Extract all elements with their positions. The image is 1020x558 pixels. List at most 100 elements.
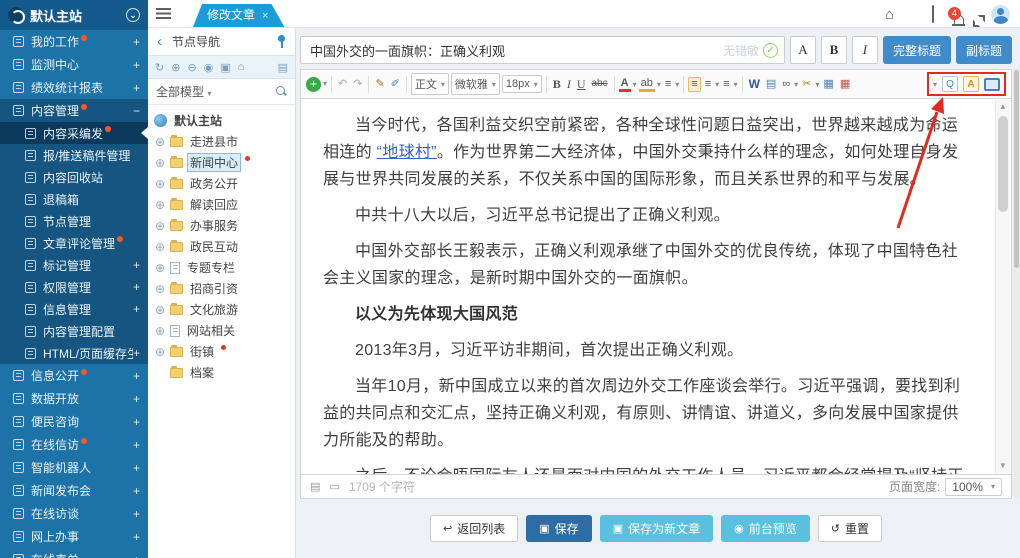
sidebar-menu-item[interactable]: 内容管理 − <box>0 99 148 122</box>
ordered-list-dropdown[interactable]: ≡ <box>703 78 713 91</box>
sidebar-menu-item[interactable]: 权限管理 + <box>0 276 148 298</box>
eraser-icon[interactable]: ✐ <box>389 78 402 91</box>
expand-toggle-icon[interactable]: − <box>133 104 140 118</box>
refresh-icon[interactable]: ↻ <box>155 61 164 74</box>
font-family-dropdown[interactable]: 微软雅▾ <box>451 73 500 95</box>
pin-icon[interactable] <box>277 35 286 49</box>
reset-button[interactable]: ↺重置 <box>818 515 882 542</box>
expand-toggle-icon[interactable]: + <box>133 392 140 406</box>
scroll-up-icon[interactable]: ▲ <box>996 100 1010 114</box>
tree-expand-icon[interactable]: ⊕ <box>154 199 166 211</box>
news-doc-icon[interactable] <box>932 5 934 23</box>
tree-item[interactable]: ⊕ 办事服务 <box>154 215 291 236</box>
content-scrollbar[interactable]: ▲ ▼ <box>995 100 1010 473</box>
expand-toggle-icon[interactable]: + <box>133 302 140 316</box>
sidebar-menu-item[interactable]: 网上办事 + <box>0 525 148 548</box>
full-title-button[interactable]: 完整标题 <box>883 36 951 64</box>
site-globe-icon[interactable]: ◉ <box>204 61 214 74</box>
tree-item[interactable]: ⊕ 文化旅游 <box>154 299 291 320</box>
sidebar-menu-item[interactable]: 内容回收站 <box>0 166 148 188</box>
page-scrollbar[interactable] <box>1013 68 1020 498</box>
sidebar-menu-item[interactable]: 绩效统计报表 + <box>0 76 148 99</box>
back-chevron-icon[interactable]: ‹ <box>157 34 162 49</box>
scroll-down-icon[interactable]: ▼ <box>996 459 1010 473</box>
editor-content[interactable]: 当今时代，各国利益交织空前紧密，各种全球性问题日益突出，世界越来越成为命运相连的… <box>300 99 1012 475</box>
model-filter-dropdown[interactable]: 全部模型 ▾ <box>156 83 211 100</box>
tree-item[interactable]: ⊕ 默认主站 <box>154 110 291 131</box>
tree-expand-icon[interactable]: ⊕ <box>154 220 166 232</box>
format-clean-icon[interactable]: ✂ <box>800 78 813 91</box>
sidebar-menu-item[interactable]: 监测中心 + <box>0 53 148 76</box>
expand-toggle-icon[interactable]: + <box>133 484 140 498</box>
page-width-select[interactable]: 100%▾ <box>945 478 1002 496</box>
earth-village-link[interactable]: “地球村” <box>377 144 437 161</box>
word-import-icon[interactable]: W <box>747 77 762 91</box>
sidebar-menu-item[interactable]: 在线访谈 + <box>0 502 148 525</box>
highlight-color-button[interactable]: ab <box>639 77 655 92</box>
tree-expand-icon[interactable]: ⊕ <box>154 262 166 274</box>
tree-item[interactable]: ⊕ 走进县市 <box>154 131 291 152</box>
undo-icon[interactable]: ↶ <box>336 78 349 91</box>
copy-node-icon[interactable]: ▣ <box>220 61 230 74</box>
sidebar-menu-item[interactable]: 节点管理 <box>0 210 148 232</box>
expand-toggle-icon[interactable]: + <box>133 258 140 272</box>
sidebar-menu-item[interactable]: 退稿箱 <box>0 188 148 210</box>
title-italic-button[interactable]: I <box>852 36 878 64</box>
save-as-new-button[interactable]: ▣保存为新文章 <box>600 515 713 542</box>
tree-item[interactable]: ⊕ 政务公开 <box>154 173 291 194</box>
font-size-dropdown[interactable]: 18px▾ <box>502 75 542 93</box>
doc-edit-icon[interactable]: ▤ <box>764 78 778 91</box>
expand-toggle-icon[interactable]: + <box>133 58 140 72</box>
tree-item[interactable]: ⊕ 街镇 <box>154 341 291 362</box>
insert-icon[interactable]: + <box>306 77 321 92</box>
sidebar-menu-item[interactable]: 内容采编发 <box>0 122 148 144</box>
sidebar-menu-item[interactable]: 报/推送稿件管理 <box>0 144 148 166</box>
sidebar-header[interactable]: 默认主站 ⌄ <box>0 0 148 30</box>
hamburger-icon[interactable] <box>156 8 171 19</box>
tree-item[interactable]: ⊕ 网站相关 <box>154 320 291 341</box>
sidebar-menu-item[interactable]: 标记管理 + <box>0 254 148 276</box>
sidebar-menu-item[interactable]: 信息管理 + <box>0 298 148 320</box>
format-painter-icon[interactable]: ✎ <box>373 78 386 91</box>
tree-item[interactable]: ⊕ 解读回应 <box>154 194 291 215</box>
article-title-input[interactable] <box>300 36 785 64</box>
bold-button[interactable]: B <box>551 77 563 91</box>
title-color-button[interactable]: A <box>790 36 816 64</box>
collapse-all-icon[interactable]: ⊖ <box>187 61 196 74</box>
unordered-list-dropdown[interactable]: ≡ <box>721 78 731 91</box>
tab-edit-article[interactable]: 修改文章× <box>193 4 284 27</box>
more-caret-icon[interactable]: ▾ <box>933 79 937 90</box>
tree-expand-icon[interactable]: ⊕ <box>154 157 166 169</box>
expand-toggle-icon[interactable]: + <box>133 530 140 544</box>
panel-layout-icon[interactable]: ▤ <box>278 61 288 74</box>
tree-item[interactable]: ⊕ 档案 <box>154 362 291 383</box>
tab-close-icon[interactable]: × <box>262 10 268 22</box>
resize-icon[interactable]: ▭ <box>329 480 339 493</box>
preview-button[interactable]: ◉前台预览 <box>721 515 810 542</box>
sidebar-menu-item[interactable]: HTML/页面缓存生成 + <box>0 342 148 364</box>
expand-toggle-icon[interactable]: + <box>133 507 140 521</box>
save-button[interactable]: ▣保存 <box>526 515 591 542</box>
sidebar-collapse-icon[interactable]: ⌄ <box>126 8 140 22</box>
sidebar-menu-item[interactable]: 文章评论管理 <box>0 232 148 254</box>
tree-expand-icon[interactable]: ⊕ <box>154 283 166 295</box>
tree-expand-icon[interactable]: ⊕ <box>154 241 166 253</box>
tree-item[interactable]: ⊕ 招商引资 <box>154 278 291 299</box>
paragraph-format-dropdown[interactable]: 正文▾ <box>411 73 449 95</box>
sidebar-menu-item[interactable]: 我的工作 + <box>0 30 148 53</box>
sidebar-menu-item[interactable]: 信息公开 + <box>0 364 148 387</box>
expand-toggle-icon[interactable]: + <box>133 35 140 49</box>
tree-expand-icon[interactable]: ⊕ <box>154 346 166 358</box>
back-to-list-button[interactable]: ↩返回列表 <box>430 515 518 542</box>
title-bold-button[interactable]: B <box>821 36 847 64</box>
redo-icon[interactable]: ↷ <box>351 78 364 91</box>
sidebar-menu-item[interactable]: 在线表单 + <box>0 548 148 558</box>
sidebar-menu-item[interactable]: 内容管理配置 <box>0 320 148 342</box>
expand-toggle-icon[interactable]: + <box>133 553 140 558</box>
sidebar-menu-item[interactable]: 智能机器人 + <box>0 456 148 479</box>
expand-all-icon[interactable]: ⊕ <box>171 61 180 74</box>
user-avatar[interactable] <box>991 5 1010 24</box>
strikethrough-button[interactable]: abc <box>589 78 609 90</box>
search-icon[interactable] <box>276 86 287 97</box>
tree-item[interactable]: ⊕ 专题专栏 <box>154 257 291 278</box>
